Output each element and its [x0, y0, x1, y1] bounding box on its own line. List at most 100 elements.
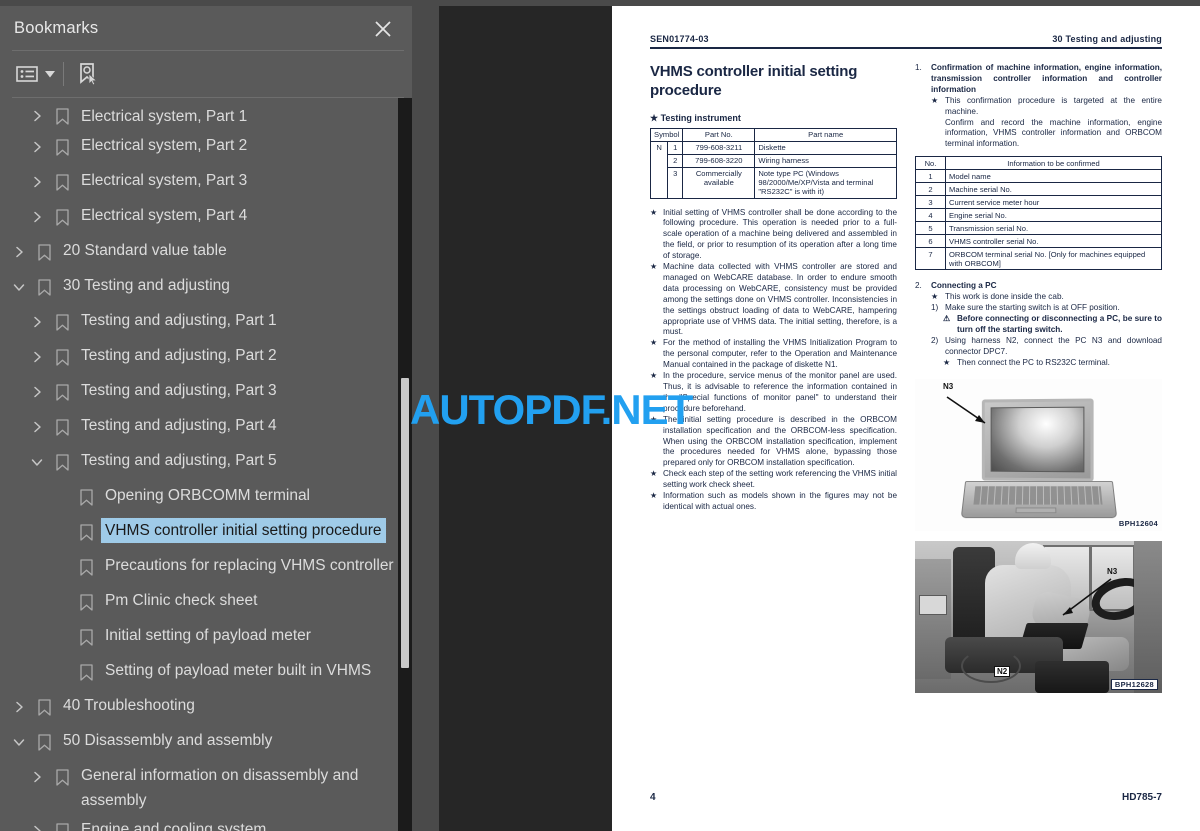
bookmarks-panel-header: Bookmarks — [0, 6, 412, 50]
bookmark-item[interactable]: Electrical system, Part 1 — [0, 98, 412, 129]
page-header-section: 30 Testing and adjusting — [1052, 34, 1162, 44]
bookmark-icon — [50, 103, 74, 129]
chevron-right-icon[interactable] — [24, 103, 50, 129]
bookmark-icon — [74, 659, 98, 685]
cell-no: 3 — [915, 195, 946, 210]
close-panel-button[interactable] — [370, 16, 396, 42]
bookmark-item[interactable]: Testing and adjusting, Part 2 — [0, 339, 412, 374]
bookmark-icon — [50, 134, 74, 160]
bookmark-icon — [32, 694, 56, 720]
bookmark-icon — [50, 309, 74, 335]
cell-part-name: Wiring harness — [754, 153, 897, 168]
bookmark-item[interactable]: Electrical system, Part 3 — [0, 164, 412, 199]
star-bullet-icon: ★ — [650, 371, 658, 381]
callout-arrow-icon — [1062, 577, 1112, 616]
warning-triangle-icon: ⚠ — [943, 313, 951, 323]
laptop-lid — [981, 397, 1094, 482]
chevron-right-icon[interactable] — [24, 344, 50, 370]
bookmark-item-label: Engine and cooling system — [81, 821, 267, 831]
bookmark-item-label: Initial setting of payload meter — [105, 627, 311, 644]
chevron-down-icon[interactable] — [6, 729, 32, 755]
page-column-right: 1. Confirmation of machine information, … — [915, 63, 1162, 693]
bookmark-item[interactable]: VHMS controller initial setting procedur… — [0, 514, 412, 549]
bookmark-item[interactable]: 20 Standard value table — [0, 234, 412, 269]
bookmark-item-label: 50 Disassembly and assembly — [63, 732, 273, 749]
bookmark-item[interactable]: General information on disassembly and a… — [0, 759, 412, 813]
viewer-panel-gap — [412, 6, 439, 831]
page-header: SEN01774-03 30 Testing and adjusting — [650, 34, 1162, 44]
bookmark-item[interactable]: Engine and cooling system — [0, 813, 412, 831]
bookmark-item-label: Testing and adjusting, Part 4 — [81, 417, 277, 434]
bookmark-options-dropdown[interactable] — [42, 59, 58, 89]
cell-no: 2 — [915, 182, 946, 197]
bookmark-options-button[interactable] — [12, 59, 42, 89]
bookmark-item[interactable]: Precautions for replacing VHMS controlle… — [0, 549, 412, 584]
star-bullet-icon: ★ — [650, 207, 658, 217]
bookmark-item[interactable]: Initial setting of payload meter — [0, 619, 412, 654]
bookmark-item-label: Electrical system, Part 3 — [81, 172, 248, 189]
bookmark-item[interactable]: Pm Clinic check sheet — [0, 584, 412, 619]
pdf-page[interactable]: SEN01774-03 30 Testing and adjusting VHM… — [612, 6, 1200, 831]
page-number: 4 — [650, 792, 656, 803]
testing-instrument-heading: ★ Testing instrument — [650, 112, 741, 123]
chevron-down-icon — [45, 70, 55, 77]
chevron-right-icon[interactable] — [24, 204, 50, 230]
bookmark-item[interactable]: 40 Troubleshooting — [0, 689, 412, 724]
table-row: 1 Model name — [915, 169, 1162, 184]
bookmark-icon — [50, 449, 74, 475]
chevron-right-icon[interactable] — [24, 414, 50, 440]
bookmark-item[interactable]: Electrical system, Part 2 — [0, 129, 412, 164]
bookmarks-scrollbar-thumb[interactable] — [401, 378, 409, 668]
bookmark-item[interactable]: Electrical system, Part 4 — [0, 199, 412, 234]
note-text: The initial setting procedure is describ… — [663, 414, 897, 468]
chevron-right-icon[interactable] — [24, 309, 50, 335]
step-1-number: 1. — [915, 63, 922, 72]
chevron-right-icon[interactable] — [24, 169, 50, 195]
cell-no: 1 — [915, 169, 946, 184]
bookmark-item[interactable]: Setting of payload meter built in VHMS — [0, 654, 412, 689]
note-item: ★ The initial setting procedure is descri… — [650, 415, 897, 470]
chevron-right-icon[interactable] — [6, 694, 32, 720]
bookmark-icon — [50, 204, 74, 230]
chevron-right-icon[interactable] — [6, 239, 32, 265]
bookmark-item[interactable]: 30 Testing and adjusting — [0, 269, 412, 304]
bookmark-item[interactable]: Opening ORBCOMM terminal — [0, 479, 412, 514]
chevron-right-icon[interactable] — [24, 134, 50, 160]
testing-instrument-table: Symbol Part No. Part name N 1 799-608-32… — [649, 127, 897, 199]
bookmark-item[interactable]: Testing and adjusting, Part 4 — [0, 409, 412, 444]
note-text: For the method of installing the VHMS In… — [663, 338, 897, 370]
new-bookmark-button[interactable] — [73, 59, 103, 89]
chevron-right-icon[interactable] — [24, 764, 50, 790]
chevron-right-icon[interactable] — [24, 379, 50, 405]
bookmark-item-label: Pm Clinic check sheet — [105, 592, 258, 609]
bookmark-icon — [74, 554, 98, 580]
bookmark-item[interactable]: Testing and adjusting, Part 1 — [0, 304, 412, 339]
step-2-warning: ⚠ Before connecting or disconnecting a P… — [931, 314, 1162, 336]
step-2-number: 2. — [915, 281, 922, 291]
bookmark-icon — [32, 239, 56, 265]
bookmark-item-label: Testing and adjusting, Part 1 — [81, 312, 277, 329]
bookmarks-panel-title: Bookmarks — [14, 18, 99, 37]
star-bullet-icon: ★ — [650, 262, 658, 272]
figure-callout-n3: N3 — [1107, 566, 1118, 576]
viewer-background — [439, 6, 612, 831]
note-item: ★ Initial setting of VHMS controller shal… — [650, 208, 897, 263]
table-row: 6 VHMS controller serial No. — [915, 234, 1162, 249]
new-bookmark-icon — [80, 63, 98, 86]
bookmark-item[interactable]: Testing and adjusting, Part 5 — [0, 444, 412, 479]
chevron-down-icon[interactable] — [6, 274, 32, 300]
star-bullet-icon: ★ — [943, 357, 951, 367]
pdf-page-content: SEN01774-03 30 Testing and adjusting VHM… — [649, 34, 1162, 804]
bookmark-item[interactable]: 50 Disassembly and assembly — [0, 724, 412, 759]
bookmarks-tree[interactable]: Electrical system, Part 1 Electrical syst… — [0, 98, 412, 831]
cell-information: ORBCOM terminal serial No. [Only for mac… — [945, 247, 1162, 271]
figure-code: BPH12604 — [1118, 518, 1158, 528]
document-title: VHMS controller initial setting procedur… — [650, 63, 858, 99]
chevron-down-icon[interactable] — [24, 449, 50, 475]
bookmark-item[interactable]: Testing and adjusting, Part 3 — [0, 374, 412, 409]
step-2-warning-text: Before connecting or disconnecting a PC,… — [957, 313, 1162, 334]
cell-no: 6 — [915, 234, 946, 249]
chevron-right-icon[interactable] — [24, 818, 50, 831]
bookmarks-scrollbar-track[interactable] — [398, 98, 412, 831]
confirmation-table: No. Information to be confirmed 1 Model n… — [915, 156, 1162, 271]
